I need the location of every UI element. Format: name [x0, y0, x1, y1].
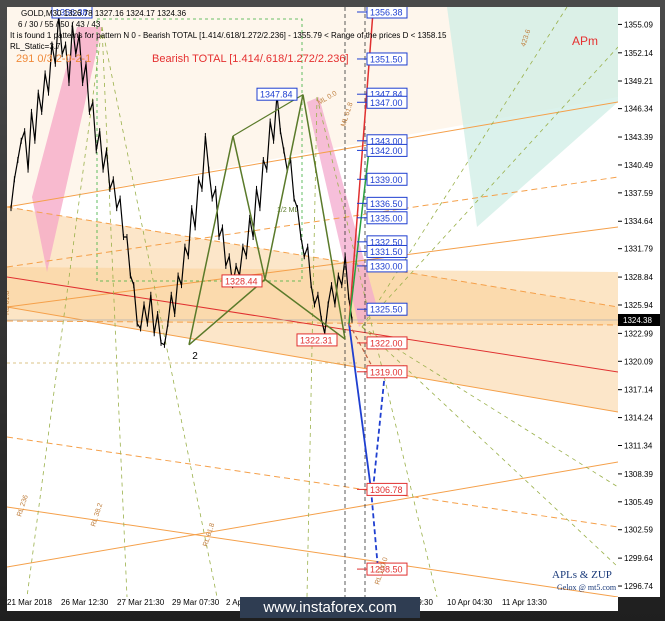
x-tick-label: 29 Mar 07:30	[172, 598, 220, 607]
y-tick-label: 1355.09	[624, 20, 653, 29]
level-up-label: 1330.00	[370, 261, 403, 271]
zup-counts: 291 0/3 2-0-2-1	[16, 53, 92, 65]
level-up-label: 1342.00	[370, 146, 403, 156]
brand-line-2: Gelox @ mt5.com	[557, 583, 617, 592]
level-down-label: 1322.00	[370, 338, 403, 348]
y-tick-label: 1305.49	[624, 498, 653, 507]
marker-label: 1322.31	[300, 335, 333, 345]
plot-area: 1356.38 1351.50 1347.84 1347.00 1343.00 1342.…	[7, 7, 618, 597]
y-tick-label: 1343.39	[624, 133, 653, 142]
x-tick-label: 21 Mar 2018	[7, 598, 52, 607]
marker-label: 1328.44	[225, 276, 258, 286]
level-up-label: 1347.00	[370, 98, 403, 108]
info-line-3: RL_Static=3.7	[10, 42, 61, 51]
price-axis: 1355.09 1352.14 1349.21 1346.34 1343.39 1340.…	[618, 7, 660, 597]
y-tick-label: 1340.49	[624, 161, 653, 170]
y-tick-label: 1352.14	[624, 49, 653, 58]
y-tick-label: 1311.34	[624, 442, 653, 451]
y-tick-label: 1322.99	[624, 329, 653, 338]
chart-canvas: 1356.381351.501347.841347.001343.001342.…	[7, 7, 618, 597]
level-up-label: 1336.50	[370, 199, 403, 209]
blue-projection-dashed	[370, 489, 379, 570]
level-up-label: 1339.00	[370, 175, 403, 185]
level-up-label: 1331.50	[370, 247, 403, 257]
level-up-label: 1356.38	[370, 8, 403, 18]
y-tick-label: 1328.84	[624, 273, 653, 282]
y-tick-label: 1334.64	[624, 217, 653, 226]
level-up-label: 1325.50	[370, 305, 403, 315]
channel-label: RL 61.8	[7, 291, 11, 315]
x-tick-label: 11 Apr 13:30	[502, 598, 547, 607]
blue-retrace-dashed	[372, 371, 386, 490]
y-tick-label: 1320.09	[624, 357, 653, 366]
y-tick-label: 1308.39	[624, 470, 653, 479]
level-up-label: 1335.00	[370, 213, 403, 223]
x-tick-label: 10 Apr 04:30	[447, 598, 493, 607]
instaforex-banner[interactable]: www.instaforex.com	[240, 597, 420, 618]
channel-label: RL 61.8	[202, 522, 216, 547]
x-tick-label: 27 Mar 21:30	[117, 598, 165, 607]
chart-frame: 1356.38 1351.50 1347.84 1347.00 1343.00 1342.…	[0, 0, 665, 621]
y-tick-label: 1337.59	[624, 189, 653, 198]
apm-label: APm	[572, 34, 599, 48]
level-down-label: 1319.00	[370, 367, 403, 377]
y-tick-label: 1299.64	[624, 554, 653, 563]
x-tick-label: 26 Mar 12:30	[61, 598, 109, 607]
current-price-label: 1324.38	[623, 316, 652, 325]
y-tick-label: 1296.74	[624, 582, 653, 591]
brand-line-1: APLs & ZUP	[552, 569, 612, 581]
level-down-label: 1306.78	[370, 485, 403, 495]
info-line-1: 6 / 30 / 55 / 50 / 43 / 43	[18, 20, 101, 29]
y-tick-label: 1325.94	[624, 301, 653, 310]
y-tick-label: 1331.79	[624, 245, 653, 254]
marker-label: 1347.84	[260, 90, 293, 100]
channel-label: RL 38.2	[90, 502, 104, 527]
channel-label: 1/2 ML	[277, 207, 299, 214]
info-line-2: It is found 1 patterns for pattern N 0 -…	[10, 31, 447, 40]
pattern-point-label: 2	[192, 351, 198, 362]
ohlc-header: GOLD,M30 1326.78 1327.16 1324.17 1324.36	[21, 9, 187, 18]
level-up-label: 1351.50	[370, 54, 403, 64]
y-tick-label: 1349.21	[624, 77, 653, 86]
price-axis-canvas: 1355.09 1352.14 1349.21 1346.34 1343.39 1340.…	[618, 20, 660, 591]
y-tick-label: 1317.14	[624, 386, 653, 395]
y-tick-label: 1314.24	[624, 414, 653, 423]
pattern-title: Bearish TOTAL [1.414/.618/1.272/2.236]	[152, 53, 349, 65]
y-tick-label: 1346.34	[624, 105, 653, 114]
channel-label: RL 236	[16, 494, 30, 517]
y-tick-label: 1302.59	[624, 526, 653, 535]
